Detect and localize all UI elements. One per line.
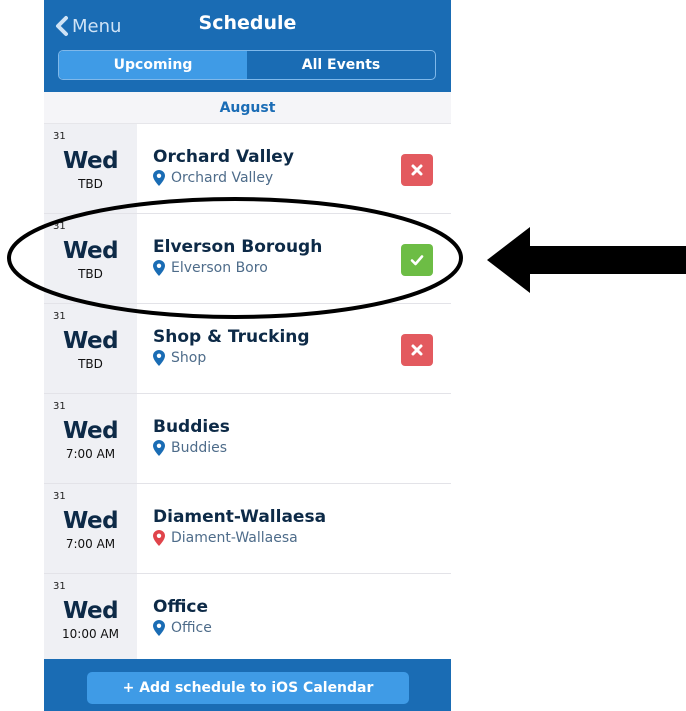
day-number: 31	[53, 491, 66, 502]
event-row[interactable]: 31 Wed TBD Shop & Trucking Shop	[44, 304, 451, 394]
event-location: Buddies	[153, 440, 227, 456]
location-label: Shop	[171, 350, 207, 366]
nav-header: Menu Schedule Upcoming All Events	[44, 0, 451, 92]
event-location: Elverson Boro	[153, 260, 268, 276]
day-number: 31	[53, 221, 66, 232]
left-arrow-icon	[487, 227, 686, 293]
event-row[interactable]: 31 Wed 10:00 AM Office Office	[44, 574, 451, 664]
event-time: 7:00 AM	[65, 447, 116, 461]
add-to-calendar-button[interactable]: + Add schedule to iOS Calendar	[87, 672, 409, 704]
location-label: Buddies	[171, 440, 228, 456]
date-column: 31 Wed 7:00 AM	[44, 484, 137, 573]
event-row[interactable]: 31 Wed 7:00 AM Buddies Buddies	[44, 394, 451, 484]
weekday-label: Wed	[62, 148, 119, 174]
event-location: Diament-Wallaesa	[153, 530, 298, 546]
declined-status-button[interactable]	[401, 154, 433, 186]
checkmark-icon	[410, 255, 424, 266]
date-column: 31 Wed 10:00 AM	[44, 574, 137, 663]
event-title: Orchard Valley	[153, 147, 294, 167]
location-label: Diament-Wallaesa	[171, 530, 298, 546]
map-pin-icon	[153, 530, 165, 546]
day-number: 31	[53, 581, 66, 592]
event-location: Office	[153, 620, 212, 636]
date-column: 31 Wed 7:00 AM	[44, 394, 137, 483]
day-number: 31	[53, 311, 66, 322]
weekday-label: Wed	[62, 328, 119, 354]
footer-bar: + Add schedule to iOS Calendar	[44, 659, 451, 711]
map-pin-icon	[153, 260, 165, 276]
accepted-status-button[interactable]	[401, 244, 433, 276]
event-title: Elverson Borough	[153, 237, 323, 257]
event-time: TBD	[78, 177, 103, 191]
segmented-control: Upcoming All Events	[58, 50, 436, 80]
event-time: 7:00 AM	[65, 537, 116, 551]
event-row[interactable]: 31 Wed TBD Orchard Valley Orchard Valley	[44, 124, 451, 214]
weekday-label: Wed	[62, 598, 119, 624]
tab-upcoming[interactable]: Upcoming	[59, 51, 247, 79]
map-pin-icon	[153, 170, 165, 186]
event-title: Shop & Trucking	[153, 327, 310, 347]
x-icon	[411, 164, 423, 176]
event-title: Diament-Wallaesa	[153, 507, 327, 527]
tab-all-events[interactable]: All Events	[247, 51, 435, 79]
event-time: 10:00 AM	[62, 627, 119, 641]
event-time: TBD	[78, 267, 103, 281]
month-section-header: August	[44, 92, 451, 124]
date-column: 31 Wed TBD	[44, 214, 137, 303]
event-time: TBD	[78, 357, 103, 371]
day-number: 31	[53, 401, 66, 412]
weekday-label: Wed	[62, 508, 119, 534]
event-location: Shop	[153, 350, 206, 366]
weekday-label: Wed	[62, 238, 119, 264]
date-column: 31 Wed TBD	[44, 304, 137, 393]
event-row[interactable]: 31 Wed TBD Elverson Borough Elverson Bor…	[44, 214, 451, 304]
date-column: 31 Wed TBD	[44, 124, 137, 213]
x-icon	[411, 344, 423, 356]
page-title: Schedule	[198, 12, 297, 34]
weekday-label: Wed	[62, 418, 119, 444]
location-label: Office	[171, 620, 212, 636]
declined-status-button[interactable]	[401, 334, 433, 366]
map-pin-icon	[153, 620, 165, 636]
map-pin-icon	[153, 350, 165, 366]
location-label: Orchard Valley	[171, 170, 274, 186]
event-location: Orchard Valley	[153, 170, 273, 186]
event-list: 31 Wed TBD Orchard Valley Orchard Valley…	[44, 124, 451, 664]
event-title: Buddies	[153, 417, 230, 437]
map-pin-icon	[153, 440, 165, 456]
location-label: Elverson Boro	[171, 260, 268, 276]
day-number: 31	[53, 131, 66, 142]
event-row[interactable]: 31 Wed 7:00 AM Diament-Wallaesa Diament-…	[44, 484, 451, 574]
phone-screen: Menu Schedule Upcoming All Events August…	[44, 0, 451, 711]
event-title: Office	[153, 597, 209, 617]
